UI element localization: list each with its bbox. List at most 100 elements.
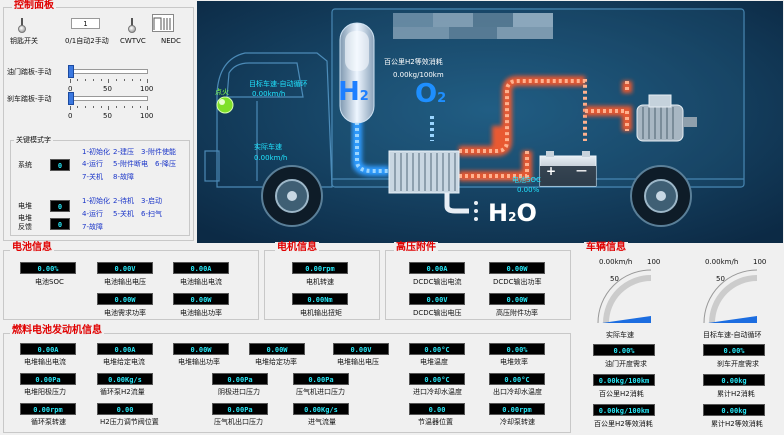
fuel-cell-stack-icon: [388, 150, 460, 194]
fc-stack-set-power-display: 0.00W: [249, 343, 305, 355]
mode-input[interactable]: 1: [71, 18, 100, 29]
h2-total-display: 0.00kg: [703, 374, 765, 386]
brake-tick-100: 100: [140, 112, 154, 120]
stack-feedback-label: 电堆 反馈: [18, 214, 32, 231]
stack-mode-3: 3-启动: [141, 197, 162, 205]
brake-slider[interactable]: [68, 91, 148, 107]
battery-soc-display: 0.00%: [20, 262, 76, 274]
stack-mode-7: 7-故障: [82, 223, 103, 231]
dcdc-current-display: 0.00A: [409, 262, 465, 274]
ignition-light-icon: [216, 96, 234, 114]
hv-accessory-power-display: 0.00W: [489, 293, 545, 305]
fc-thermostat-display: 0.00: [409, 403, 465, 415]
diagram-ignition-label: 点火: [215, 88, 229, 96]
front-wheel-icon: [261, 165, 323, 227]
diagram-actual-speed-value: 0.00km/h: [254, 154, 288, 162]
fc-h2-valve-label: H2压力调节阀位置: [100, 418, 159, 426]
diagram-h2-text: H2: [338, 77, 369, 107]
h2-equiv-total-display: 0.00kg: [703, 404, 765, 416]
h2-equiv-per100-display: 0.00kg/100km: [593, 404, 655, 416]
battery-current-display: 0.00A: [173, 262, 229, 274]
stack-mode-6: 6-扫气: [141, 210, 162, 218]
motor-torque-label: 电机输出扭矩: [300, 309, 342, 317]
fc-inlet-coolant-temp-label: 进口冷却水温度: [413, 388, 462, 396]
h2-per100-display: 0.00kg/100km: [593, 374, 655, 386]
throttle-ticks: [70, 79, 148, 83]
mode-label: 0/1自动2手动: [65, 37, 109, 45]
fc-stack-set-current-display: 0.00A: [97, 343, 153, 355]
diagram-o2-text: O2: [415, 79, 447, 109]
battery-output-power-display: 0.00W: [173, 293, 229, 305]
fc-cooling-pump-speed-display: 0.00rpm: [489, 403, 545, 415]
battery-soc-label: 电池SOC: [35, 278, 64, 286]
fc-compressor-inlet-pressure-label: 压气机进口压力: [296, 388, 345, 396]
diagram-target-speed-label: 目标车速-自动循环: [249, 80, 308, 88]
diagram-h2o-text: H2O: [488, 199, 537, 227]
dcdc-current-label: DCDC输出电流: [413, 278, 462, 286]
stack-mode-4: 4-运行: [82, 210, 103, 218]
dcdc-voltage-display: 0.00V: [409, 293, 465, 305]
fc-cathode-inlet-pressure-display: 0.00Pa: [212, 373, 268, 385]
h2-per100-label: 百公里H2消耗: [599, 390, 644, 398]
fc-stack-efficiency-display: 0.00%: [489, 343, 545, 355]
motor-torque-display: 0.00Nm: [292, 293, 348, 305]
h2-equiv-total-label: 累计H2等效消耗: [711, 420, 763, 428]
nedc-switch-icon[interactable]: [152, 14, 174, 32]
cwtvc-toggle[interactable]: [126, 18, 138, 33]
stack-mode-1: 1-初始化: [82, 197, 110, 205]
system-mode-5: 5-附件断电: [113, 160, 148, 168]
fc-stack-temp-label: 电堆温度: [420, 358, 448, 366]
fc-stack-set-current-label: 电堆给定电流: [103, 358, 145, 366]
brake-tick-0: 0: [68, 112, 73, 120]
key-switch-label: 钥匙开关: [10, 37, 38, 45]
fc-outlet-coolant-temp-display: 0.00°C: [489, 373, 545, 385]
actual-speed-gauge: [597, 269, 652, 324]
system-mode-2: 2-建压: [113, 148, 134, 156]
gauge2-label: 目标车速-自动循环: [703, 331, 762, 339]
throttle-slider[interactable]: [68, 64, 148, 80]
stack-mode-5: 5-关机: [113, 210, 134, 218]
fc-stack-current-display: 0.00A: [20, 343, 76, 355]
cwtvc-label: CWTVC: [120, 37, 146, 45]
gauge2-value: 0.00km/h: [705, 258, 739, 266]
brake-label: 刹车踏板-手动: [7, 95, 52, 103]
system-value: 0: [50, 159, 70, 171]
battery-voltage-label: 电池输出电压: [104, 278, 146, 286]
fc-h2-valve-display: 0.00: [97, 403, 153, 415]
dcdc-power-display: 0.00W: [489, 262, 545, 274]
diagram-soc-value: 0.00%: [517, 186, 540, 194]
gauge2-max: 100: [753, 258, 767, 266]
system-mode-6: 6-降压: [155, 160, 176, 168]
h2-total-label: 累计H2消耗: [717, 390, 755, 398]
diagram-soc-label: 电池SOC: [512, 176, 541, 184]
system-mode-4: 4-运行: [82, 160, 103, 168]
battery-demand-power-display: 0.00W: [97, 293, 153, 305]
system-label: 系统: [18, 161, 32, 169]
fc-pump-speed-label: 循环泵转速: [31, 418, 66, 426]
motor-info-title: 电机信息: [275, 242, 319, 254]
stack-mode-2: 2-待机: [113, 197, 134, 205]
fc-intake-flow-label: 进气流量: [308, 418, 336, 426]
gauge1-label: 实际车速: [606, 331, 634, 339]
brake-ticks: [70, 106, 148, 110]
battery-demand-power-label: 电池需求功率: [104, 309, 146, 317]
gauge1-max: 100: [647, 258, 661, 266]
battery-current-label: 电池输出电流: [180, 278, 222, 286]
fc-pump-h2-flow-label: 循环泵H2流量: [100, 388, 145, 396]
fc-cathode-inlet-pressure-label: 阴极进口压力: [218, 388, 260, 396]
key-modes-title: 关键模式字: [14, 136, 53, 145]
fc-cooling-pump-speed-label: 冷却泵转速: [500, 418, 535, 426]
fc-intake-flow-display: 0.00Kg/s: [293, 403, 349, 415]
fc-stack-efficiency-label: 电堆效率: [500, 358, 528, 366]
hv-accessories-title: 高压附件: [394, 242, 438, 254]
diagram-target-speed-value: 0.00km/h: [252, 90, 286, 98]
battery-plus: +: [546, 164, 557, 178]
system-mode-3: 3-附件使能: [141, 148, 176, 156]
throttle-demand-label: 油门开度需求: [605, 360, 647, 368]
fc-pump-h2-flow-display: 0.00Kg/s: [97, 373, 153, 385]
throttle-label: 油门踏板-手动: [7, 68, 52, 76]
battery-minus: —: [576, 164, 587, 177]
diagram-h2-per100-label: 百公里H2等效消耗: [384, 58, 443, 66]
system-mode-8: 8-故障: [113, 173, 134, 181]
key-switch-toggle[interactable]: [16, 18, 28, 33]
